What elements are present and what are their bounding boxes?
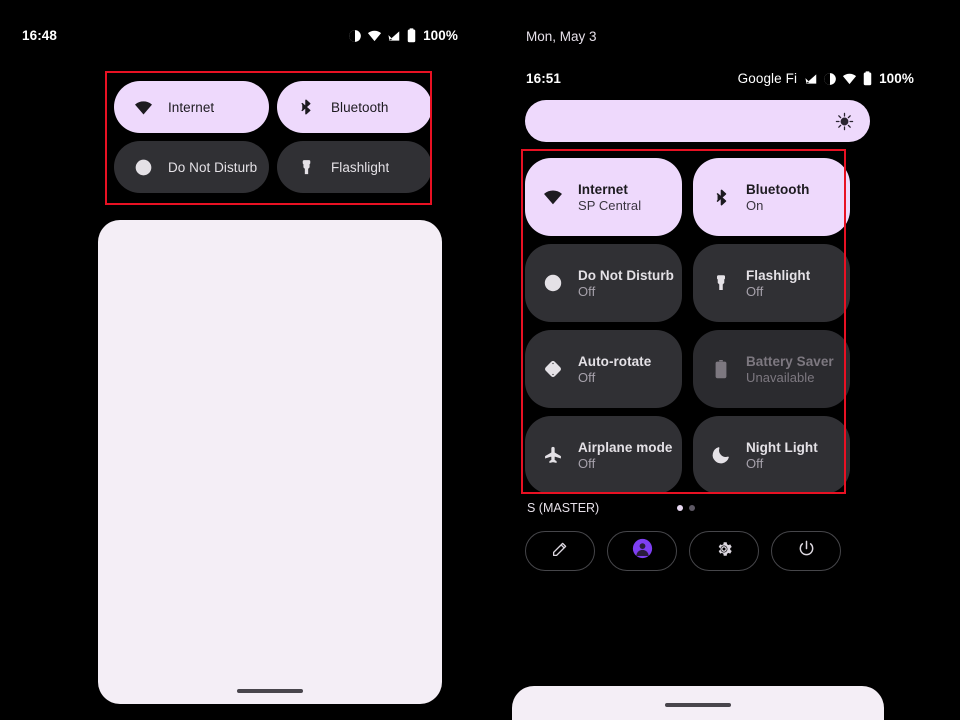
qs-tile-sublabel: On — [746, 197, 764, 213]
right-phone-panel: Mon, May 3 16:51 Google Fi 100% Internet… — [480, 0, 960, 720]
app-content-card — [98, 220, 442, 704]
battery-percent-label: 100% — [423, 28, 458, 43]
power-button[interactable] — [771, 531, 841, 571]
qs-tile-flashlight[interactable]: Flashlight Off — [693, 244, 850, 322]
battery-saver-icon — [709, 359, 733, 379]
signal-icon — [387, 29, 401, 43]
qs-tile-bluetooth[interactable]: Bluetooth — [277, 81, 432, 133]
night-light-icon — [709, 445, 733, 465]
carrier-label: Google Fi — [737, 71, 798, 86]
wifi-icon — [541, 187, 565, 207]
signal-icon — [804, 72, 818, 86]
app-content-card — [512, 686, 884, 720]
qs-tile-do-not-disturb[interactable]: Do Not Disturb — [114, 141, 269, 193]
airplane-icon — [541, 445, 565, 465]
qs-tile-label: Bluetooth — [746, 181, 810, 197]
wifi-icon — [842, 71, 857, 86]
brightness-icon — [835, 112, 854, 131]
dnd-icon — [823, 72, 837, 86]
qs-tile-internet[interactable]: Internet — [114, 81, 269, 133]
dnd-icon — [348, 29, 362, 43]
auto-rotate-icon — [541, 359, 565, 379]
qs-tile-label: Airplane mode — [578, 439, 673, 455]
left-status-bar: 16:48 100% — [0, 28, 480, 43]
qs-tile-label: Flashlight — [746, 267, 811, 283]
wifi-icon — [367, 28, 382, 43]
edit-tiles-button[interactable] — [525, 531, 595, 571]
qs-tile-label: Flashlight — [331, 159, 390, 175]
bluetooth-icon — [709, 188, 733, 207]
qs-tile-do-not-disturb[interactable]: Do Not Disturb Off — [525, 244, 682, 322]
qs-tile-label: Battery Saver — [746, 353, 834, 369]
qs-tile-auto-rotate[interactable]: Auto-rotate Off — [525, 330, 682, 408]
qs-tile-battery-saver[interactable]: Battery Saver Unavailable — [693, 330, 850, 408]
qs-tile-label: Bluetooth — [331, 99, 389, 115]
current-user-label: S (MASTER) — [527, 501, 600, 515]
right-status-bar: 16:51 Google Fi 100% — [480, 71, 960, 86]
wifi-icon — [132, 98, 154, 117]
account-icon — [632, 538, 653, 564]
gear-icon — [715, 540, 733, 563]
qs-tile-label: Do Not Disturb — [578, 267, 674, 283]
qs-tile-sublabel: Off — [746, 283, 764, 299]
battery-icon — [406, 28, 417, 43]
pencil-icon — [551, 540, 569, 563]
footer-action-row — [525, 531, 841, 571]
left-quick-settings-grid: Internet Bluetooth Do Not Disturb Flashl… — [114, 81, 432, 193]
home-gesture-bar[interactable] — [237, 689, 303, 693]
qs-tile-bluetooth[interactable]: Bluetooth On — [693, 158, 850, 236]
left-phone-panel: 16:48 100% Internet Bluetooth Do Not Dis… — [0, 0, 480, 720]
qs-tile-night-light[interactable]: Night Light Off — [693, 416, 850, 494]
qs-tile-airplane-mode[interactable]: Airplane mode Off — [525, 416, 682, 494]
status-clock: 16:48 — [22, 28, 58, 43]
screenshot-root: 16:48 100% Internet Bluetooth Do Not Dis… — [0, 0, 960, 720]
qs-tile-label: Auto-rotate — [578, 353, 652, 369]
status-icon-group: Google Fi 100% — [738, 71, 914, 86]
qs-tile-label: Night Light — [746, 439, 818, 455]
qs-tile-sublabel: SP Central — [578, 197, 642, 213]
qs-tile-sublabel: Off — [578, 283, 596, 299]
power-icon — [797, 539, 816, 563]
flashlight-icon — [709, 274, 733, 292]
qs-tile-internet[interactable]: Internet SP Central — [525, 158, 682, 236]
date-label: Mon, May 3 — [526, 29, 597, 44]
dnd-icon — [132, 158, 154, 177]
qs-tile-sublabel: Unavailable — [746, 369, 815, 385]
qs-tile-sublabel: Off — [578, 369, 596, 385]
dnd-icon — [541, 273, 565, 293]
qs-tile-label: Internet — [578, 181, 628, 197]
status-icon-group: 100% — [348, 28, 458, 43]
battery-percent-label: 100% — [879, 71, 914, 86]
settings-button[interactable] — [689, 531, 759, 571]
brightness-slider[interactable] — [525, 100, 870, 142]
qs-tile-sublabel: Off — [746, 455, 764, 471]
page-indicator-dots — [677, 505, 695, 511]
footer-user-row: S (MASTER) — [527, 501, 599, 515]
qs-tile-flashlight[interactable]: Flashlight — [277, 141, 432, 193]
qs-tile-label: Do Not Disturb — [168, 159, 258, 175]
bluetooth-icon — [295, 98, 317, 116]
user-switch-button[interactable] — [607, 531, 677, 571]
qs-tile-sublabel: Off — [578, 455, 596, 471]
home-gesture-bar[interactable] — [665, 703, 731, 707]
right-quick-settings-grid: Internet SP Central Bluetooth On Do Not … — [525, 158, 870, 494]
battery-icon — [862, 71, 873, 86]
flashlight-icon — [295, 159, 317, 176]
page-dot-2[interactable] — [689, 505, 695, 511]
qs-tile-label: Internet — [168, 99, 215, 115]
page-dot-1[interactable] — [677, 505, 683, 511]
status-clock: 16:51 — [526, 71, 562, 86]
